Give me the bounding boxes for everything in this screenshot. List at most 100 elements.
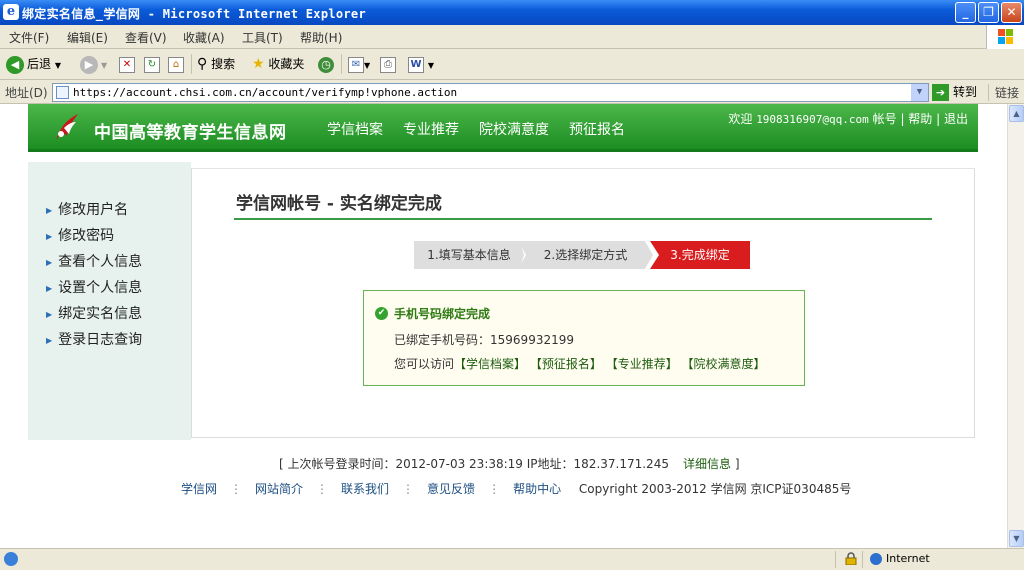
site-header: 中国高等教育学生信息网 学信档案 专业推荐 院校满意度 预征报名 欢迎 1908… xyxy=(28,104,978,152)
refresh-button[interactable]: ↻ xyxy=(144,54,160,74)
link-pre-enlistment[interactable]: 【预征报名】 xyxy=(530,357,602,371)
scroll-up-icon[interactable]: ▲ xyxy=(1009,105,1024,122)
help-link[interactable]: 帮助 xyxy=(908,112,932,126)
footer-link-contact[interactable]: 联系我们 xyxy=(341,482,389,496)
maximize-button[interactable]: ❐ xyxy=(978,2,999,23)
zone-label: Internet xyxy=(886,552,930,565)
detail-info-link[interactable]: 详细信息 xyxy=(683,457,731,471)
go-arrow-icon: ➔ xyxy=(932,84,949,101)
menu-edit[interactable]: 编辑(E) xyxy=(67,29,108,46)
address-label: 地址(D) xyxy=(5,86,48,100)
lock-icon[interactable] xyxy=(845,552,857,565)
footer-divider: ⋮ xyxy=(488,482,501,496)
site-logo-icon[interactable] xyxy=(50,110,84,144)
vertical-scrollbar[interactable]: ▲ ▼ xyxy=(1007,104,1024,548)
last-login-info: [ 上次帐号登录时间：2012-07-03 23:38:19 IP地址：182.… xyxy=(279,455,740,472)
menu-view[interactable]: 查看(V) xyxy=(125,29,167,46)
step-complete: 3.完成绑定 xyxy=(650,241,750,269)
ie-window: e 绑定实名信息_学信网 - Microsoft Internet Explor… xyxy=(0,0,1024,570)
sidebar-item-view-profile[interactable]: ▶ 查看个人信息 xyxy=(46,251,142,271)
success-title: 手机号码绑定完成 xyxy=(394,307,491,321)
footer-link-about[interactable]: 网站简介 xyxy=(255,482,303,496)
print-icon: ⎙ xyxy=(380,56,396,73)
status-bar: Internet xyxy=(0,548,1024,570)
link-major-recommend[interactable]: 【专业推荐】 xyxy=(606,357,678,371)
favorites-button[interactable]: ★ 收藏夹 xyxy=(252,54,304,74)
arrow-right-icon: ▶ xyxy=(46,257,53,267)
close-button[interactable]: ✕ xyxy=(1001,2,1022,23)
visit-links-row: 您可以访问【学信档案】 【预征报名】 【专业推荐】 【院校满意度】 xyxy=(394,355,766,372)
favorites-label: 收藏夹 xyxy=(268,57,305,71)
link-xuexin-archive[interactable]: 【学信档案】 xyxy=(454,357,526,371)
footer-link-chsi[interactable]: 学信网 xyxy=(181,482,217,496)
stop-button[interactable]: ✕ xyxy=(119,54,135,74)
nav-pre-enlistment[interactable]: 预征报名 xyxy=(569,119,625,139)
home-button[interactable]: ⌂ xyxy=(168,54,184,74)
go-button[interactable]: ➔ 转到 xyxy=(932,83,977,102)
link-school-satisfaction[interactable]: 【院校满意度】 xyxy=(682,357,766,371)
star-icon: ★ xyxy=(252,56,265,72)
globe-icon xyxy=(870,553,882,565)
sidebar-item-label: 修改用户名 xyxy=(58,202,129,218)
back-label: 后退 xyxy=(27,57,52,71)
bound-phone-label: 已绑定手机号码： xyxy=(394,333,491,347)
copyright: Copyright 2003-2012 学信网 京ICP证030485号 xyxy=(578,482,852,496)
site-name[interactable]: 中国高等教育学生信息网 xyxy=(94,118,287,143)
mail-button[interactable]: ✉ ▼ xyxy=(348,54,370,74)
arrow-right-icon: ▶ xyxy=(46,335,53,345)
main-panel: 学信网帐号 - 实名绑定完成 1.填写基本信息 2.选择绑定方式 3.完成绑定 … xyxy=(191,168,975,438)
address-dropdown-icon[interactable]: ▼ xyxy=(911,84,928,101)
scroll-down-icon[interactable]: ▼ xyxy=(1009,530,1024,547)
last-login-close-bracket: ] xyxy=(734,457,740,471)
back-dropdown-icon[interactable]: ▼ xyxy=(55,61,61,70)
account-link[interactable]: 帐号 xyxy=(873,112,897,126)
footer-link-feedback[interactable]: 意见反馈 xyxy=(427,482,475,496)
forward-button[interactable]: ▶ ▼ xyxy=(80,54,107,74)
sidebar-item-bind-realname[interactable]: ▶ 绑定实名信息 xyxy=(46,303,142,323)
arrow-right-icon: ▶ xyxy=(46,309,53,319)
sidebar-item-label: 设置个人信息 xyxy=(58,280,143,296)
history-button[interactable]: ◷ xyxy=(318,54,337,74)
address-input[interactable]: https://account.chsi.com.cn/account/veri… xyxy=(52,83,929,102)
sidebar-item-login-log[interactable]: ▶ 登录日志查询 xyxy=(46,329,142,349)
search-button[interactable]: ⚲ 搜索 xyxy=(197,54,235,74)
stop-icon: ✕ xyxy=(119,56,135,73)
nav-major-recommend[interactable]: 专业推荐 xyxy=(403,119,459,139)
links-toolbar[interactable]: 链接 xyxy=(988,84,1019,101)
sidebar-item-change-password[interactable]: ▶ 修改密码 xyxy=(46,225,114,245)
logout-link[interactable]: 退出 xyxy=(944,112,968,126)
ie-window-icon[interactable]: e xyxy=(3,4,19,20)
user-email: 1908316907@qq.com xyxy=(756,113,869,126)
menu-favorites[interactable]: 收藏(A) xyxy=(183,29,225,46)
last-login-text: [ 上次帐号登录时间：2012-07-03 23:38:19 IP地址：182.… xyxy=(279,457,669,471)
history-icon: ◷ xyxy=(318,56,334,73)
visit-prefix: 您可以访问 xyxy=(394,357,455,371)
go-label: 转到 xyxy=(953,85,978,99)
sidebar-item-edit-profile[interactable]: ▶ 设置个人信息 xyxy=(46,277,142,297)
window-title: 绑定实名信息_学信网 - Microsoft Internet Explorer xyxy=(22,7,366,21)
sidebar-item-label: 修改密码 xyxy=(58,228,115,244)
print-button[interactable]: ⎙ xyxy=(380,54,396,74)
user-welcome: 欢迎 1908316907@qq.com 帐号 | 帮助 | 退出 xyxy=(728,112,968,126)
arrow-right-icon: ▶ xyxy=(46,231,53,241)
menu-file[interactable]: 文件(F) xyxy=(9,29,49,46)
edit-word-button[interactable]: W ▼ xyxy=(408,54,434,74)
back-button[interactable]: ◀ 后退 ▼ xyxy=(6,54,61,74)
step-fill-info: 1.填写基本信息 xyxy=(414,241,524,269)
back-arrow-icon: ◀ xyxy=(6,55,24,74)
home-icon: ⌂ xyxy=(168,56,184,73)
nav-school-satisfaction[interactable]: 院校满意度 xyxy=(479,119,549,139)
nav-xuexin-archive[interactable]: 学信档案 xyxy=(327,119,383,139)
footer-divider: ⋮ xyxy=(230,482,243,496)
minimize-button[interactable]: _ xyxy=(955,2,976,23)
status-pane-divider xyxy=(835,551,836,568)
menu-help[interactable]: 帮助(H) xyxy=(300,29,342,46)
footer-link-help[interactable]: 帮助中心 xyxy=(513,482,561,496)
step-choose-method: 2.选择绑定方式 xyxy=(518,241,653,269)
forward-dropdown-icon: ▼ xyxy=(101,61,108,70)
sidebar-item-label: 绑定实名信息 xyxy=(58,306,143,322)
menu-tools[interactable]: 工具(T) xyxy=(242,29,283,46)
edit-dropdown-icon: ▼ xyxy=(427,61,434,70)
site-footer: 学信网 ⋮ 网站简介 ⋮ 联系我们 ⋮ 意见反馈 ⋮ 帮助中心 Copyright 2003-2… xyxy=(181,480,851,497)
sidebar-item-change-username[interactable]: ▶ 修改用户名 xyxy=(46,199,128,219)
